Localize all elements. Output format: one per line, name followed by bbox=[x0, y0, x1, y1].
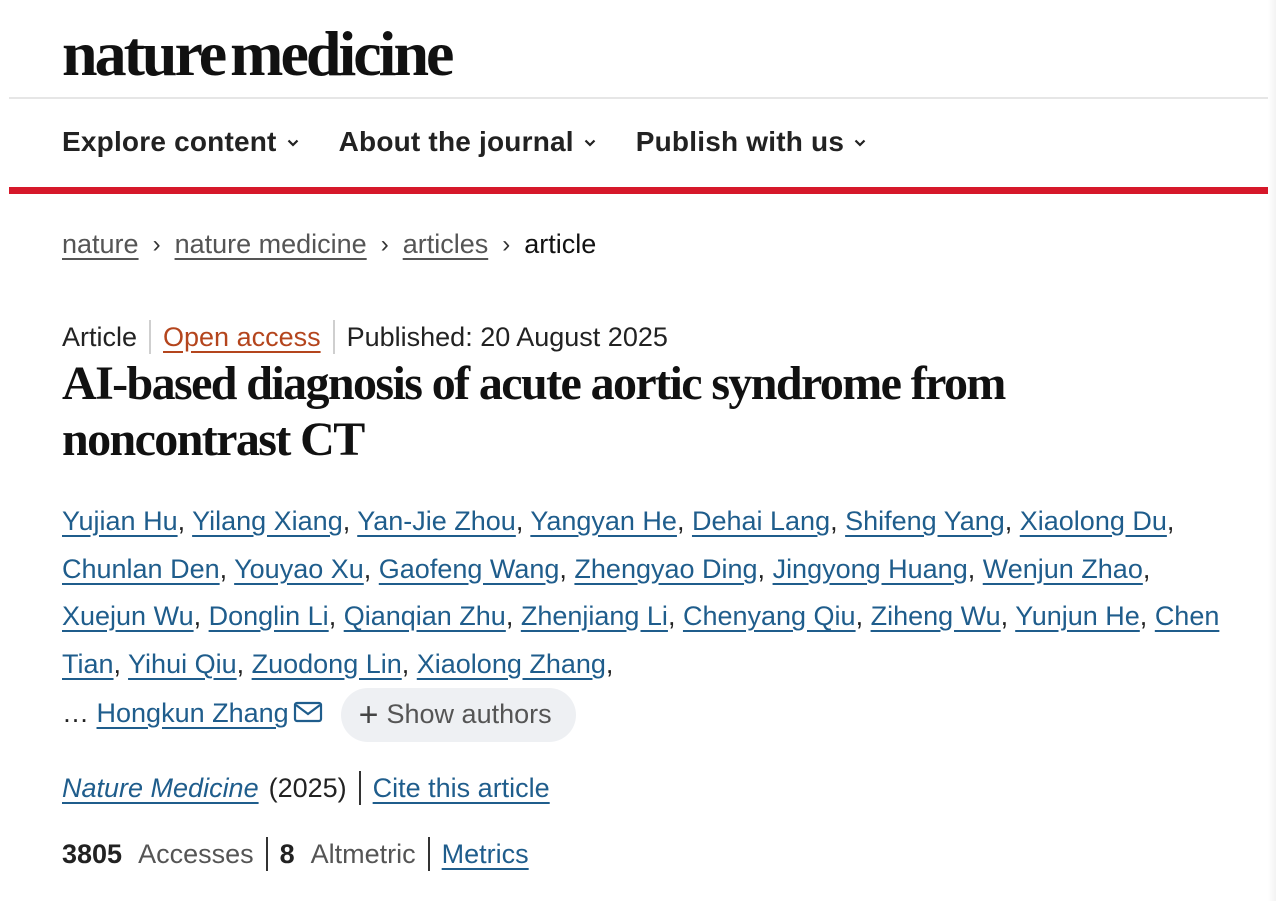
author-separator: , bbox=[830, 506, 846, 536]
author-separator: , bbox=[1004, 506, 1020, 536]
author-separator: , bbox=[1142, 553, 1151, 584]
author-separator: , bbox=[1000, 601, 1016, 631]
author-separator: , bbox=[676, 506, 692, 536]
citation-divider bbox=[358, 771, 361, 805]
author-separator: , bbox=[515, 506, 531, 536]
author-separator: , bbox=[967, 553, 983, 584]
journal-link[interactable]: Nature Medicine bbox=[62, 773, 259, 804]
author-link[interactable]: Yangyan He bbox=[530, 506, 677, 536]
author-separator: , bbox=[193, 601, 209, 631]
plus-icon: + bbox=[358, 696, 379, 734]
author-link[interactable]: Zuodong Lin bbox=[252, 649, 402, 679]
author-separator: , bbox=[236, 648, 252, 679]
author-separator: , bbox=[113, 648, 129, 679]
author-link[interactable]: Chunlan Den bbox=[62, 554, 220, 584]
published-date: Published: 20 August 2025 bbox=[346, 321, 668, 352]
author-link[interactable]: Yujian Hu bbox=[62, 506, 178, 536]
author-link[interactable]: Zhenjiang Li bbox=[521, 601, 668, 631]
citation-row: Nature Medicine (2025) Cite this article bbox=[62, 771, 550, 805]
metrics-divider bbox=[265, 837, 268, 871]
author-separator: , bbox=[363, 553, 379, 584]
altmetric-label: Altmetric bbox=[310, 838, 416, 869]
author-link[interactable]: Yihui Qiu bbox=[128, 649, 237, 679]
accesses-label: Accesses bbox=[138, 838, 254, 869]
author-link[interactable]: Qianqian Zhu bbox=[344, 601, 506, 631]
breadcrumb-separator-icon: › bbox=[380, 230, 389, 258]
publication-year: (2025) bbox=[268, 772, 347, 803]
show-authors-button[interactable]: + Show authors bbox=[340, 688, 576, 742]
chevron-down-icon bbox=[584, 139, 596, 147]
author-link[interactable]: Gaofeng Wang bbox=[379, 554, 560, 584]
header-divider bbox=[9, 97, 1276, 99]
author-link[interactable]: Yilang Xiang bbox=[192, 506, 343, 536]
author-link[interactable]: Donglin Li bbox=[209, 601, 329, 631]
nav-about-journal[interactable]: About the journal bbox=[339, 126, 596, 158]
author-ellipsis: … bbox=[62, 698, 89, 729]
breadcrumb-separator-icon: › bbox=[502, 230, 511, 258]
email-icon[interactable] bbox=[293, 700, 323, 724]
author-list: Yujian Hu, Yilang Xiang, Yan-Jie Zhou, Y… bbox=[62, 498, 1227, 742]
nav-label: Explore content bbox=[62, 126, 277, 157]
author-link[interactable]: Xiaolong Zhang bbox=[417, 649, 606, 679]
author-separator: , bbox=[559, 553, 575, 584]
breadcrumb-nature-medicine[interactable]: nature medicine bbox=[175, 229, 367, 260]
journal-logo[interactable]: naturemedicine bbox=[62, 22, 454, 86]
breadcrumb: nature › nature medicine › articles › ar… bbox=[62, 229, 596, 260]
nav-accent-bar bbox=[9, 187, 1276, 194]
author-separator: , bbox=[328, 601, 344, 631]
breadcrumb-articles[interactable]: articles bbox=[403, 229, 489, 260]
author-link[interactable]: Yunjun He bbox=[1015, 601, 1140, 631]
cite-this-article-link[interactable]: Cite this article bbox=[373, 773, 550, 804]
author-separator: , bbox=[342, 506, 358, 536]
show-authors-label: Show authors bbox=[386, 699, 552, 730]
author-link[interactable]: Shifeng Yang bbox=[845, 506, 1005, 536]
author-separator: , bbox=[667, 601, 683, 631]
metrics-row: 3805 Accesses 8 Altmetric Metrics bbox=[62, 837, 529, 871]
article-title: AI-based diagnosis of acute aortic syndr… bbox=[62, 357, 1006, 466]
author-separator: , bbox=[605, 648, 614, 679]
author-separator: , bbox=[1139, 601, 1155, 631]
breadcrumb-separator-icon: › bbox=[152, 230, 161, 258]
author-link[interactable]: Xiaolong Du bbox=[1020, 506, 1167, 536]
accesses-count: 3805 bbox=[62, 838, 123, 869]
author-link[interactable]: Youyao Xu bbox=[234, 554, 364, 584]
open-access-link[interactable]: Open access bbox=[163, 322, 321, 353]
logo-word-nature: nature bbox=[62, 18, 227, 89]
author-separator: , bbox=[855, 601, 871, 631]
author-link[interactable]: Zhengyao Ding bbox=[574, 554, 757, 584]
author-link[interactable]: Chenyang Qiu bbox=[683, 601, 856, 631]
chevron-down-icon bbox=[854, 139, 866, 147]
meta-divider bbox=[149, 320, 152, 354]
corresponding-author-link[interactable]: Hongkun Zhang bbox=[97, 698, 289, 728]
author-separator: , bbox=[757, 553, 773, 584]
article-meta: Article Open access Published: 20 August… bbox=[62, 320, 668, 354]
author-separator: , bbox=[1166, 506, 1175, 536]
meta-divider bbox=[332, 320, 335, 354]
author-link[interactable]: Ziheng Wu bbox=[871, 601, 1001, 631]
author-separator: , bbox=[219, 553, 235, 584]
nav-label: About the journal bbox=[338, 126, 574, 157]
author-link[interactable]: Yan-Jie Zhou bbox=[357, 506, 516, 536]
author-link[interactable]: Xuejun Wu bbox=[62, 601, 194, 631]
nav-explore-content[interactable]: Explore content bbox=[62, 126, 299, 158]
breadcrumb-nature[interactable]: nature bbox=[62, 229, 139, 260]
author-separator: , bbox=[177, 506, 193, 536]
metrics-divider bbox=[427, 837, 430, 871]
author-link[interactable]: Jingyong Huang bbox=[773, 554, 968, 584]
altmetric-count: 8 bbox=[279, 838, 295, 869]
breadcrumb-current: article bbox=[524, 229, 597, 259]
page-edge-shadow bbox=[1268, 0, 1276, 901]
article-type: Article bbox=[62, 321, 138, 352]
author-separator: , bbox=[505, 601, 521, 631]
author-link[interactable]: Wenjun Zhao bbox=[983, 554, 1143, 584]
metrics-link[interactable]: Metrics bbox=[442, 839, 529, 870]
page: naturemedicine Explore content About the… bbox=[9, 0, 1276, 901]
chevron-down-icon bbox=[287, 139, 298, 147]
nav-publish-with-us[interactable]: Publish with us bbox=[636, 126, 866, 158]
author-link[interactable]: Dehai Lang bbox=[692, 506, 830, 536]
nav-label: Publish with us bbox=[635, 126, 845, 157]
author-separator: , bbox=[401, 648, 417, 679]
logo-word-medicine: medicine bbox=[230, 18, 454, 89]
main-nav: Explore content About the journal Publis… bbox=[62, 126, 906, 158]
